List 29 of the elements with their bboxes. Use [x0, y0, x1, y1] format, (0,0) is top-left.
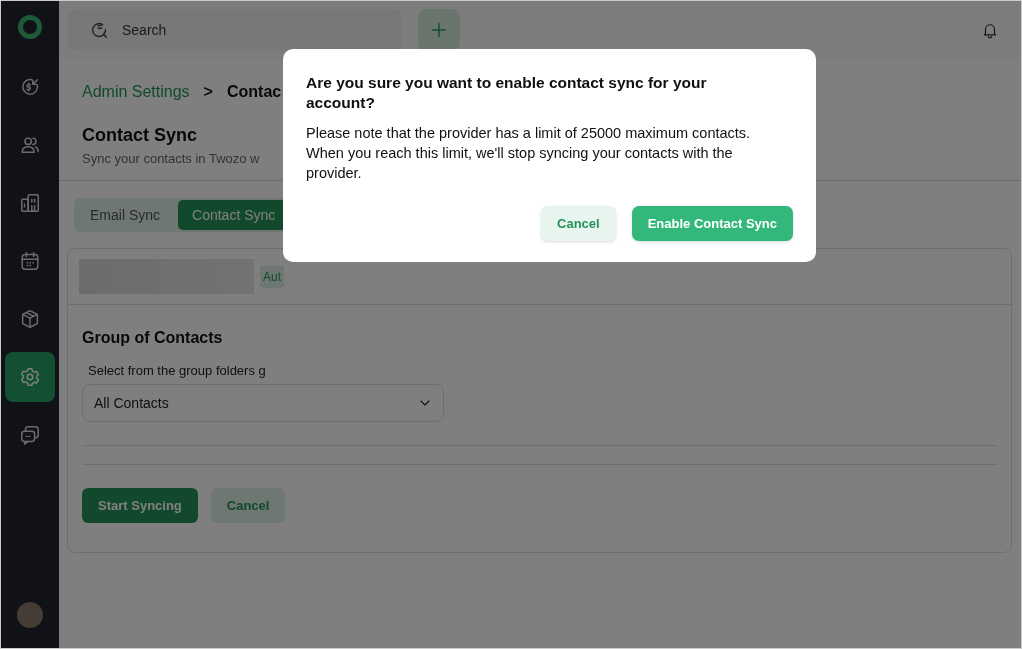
box-icon — [19, 308, 41, 330]
field-label: Select from the group folders g — [87, 362, 267, 378]
page-subtitle: Sync your contacts in Twozo w — [82, 151, 260, 166]
logo-icon — [18, 15, 42, 39]
status-badge: Aut — [260, 265, 284, 288]
search-field[interactable]: Search — [68, 9, 402, 51]
breadcrumb-separator: > — [203, 83, 213, 101]
cancel-button[interactable]: Cancel — [541, 206, 616, 241]
page-title: Contact Sync — [82, 125, 198, 146]
start-syncing-button[interactable]: Start Syncing — [82, 488, 198, 523]
dialog-message: Please note that the provider has a limit of 25000 maximum contacts. When you reach this limit, we'll stop syncing your contacts with the provider. — [306, 124, 752, 183]
building-icon — [19, 192, 41, 214]
chat-icon — [19, 424, 41, 446]
dollar-circle-icon — [19, 76, 41, 98]
breadcrumb-link[interactable]: Admin Settings — [82, 83, 190, 101]
cancel-button[interactable]: Cancel — [210, 488, 286, 523]
section-heading: Group of Contacts — [82, 329, 224, 347]
bell-icon[interactable] — [981, 21, 999, 39]
sidebar-item[interactable] — [5, 352, 55, 402]
group-dropdown[interactable]: All Contacts — [82, 384, 444, 422]
settings-icon — [19, 366, 41, 388]
dropdown-value: All Contacts — [94, 395, 169, 411]
tab[interactable]: Email Sync — [76, 200, 175, 230]
breadcrumb-current: Contac — [226, 83, 282, 101]
calendar-icon — [19, 250, 41, 272]
enable-button[interactable]: Enable Contact Sync — [631, 206, 793, 241]
dialog-title: Are you sure you want to enable contact sync for your account? — [306, 73, 708, 113]
add-button[interactable] — [418, 9, 460, 51]
users-icon — [19, 134, 41, 156]
